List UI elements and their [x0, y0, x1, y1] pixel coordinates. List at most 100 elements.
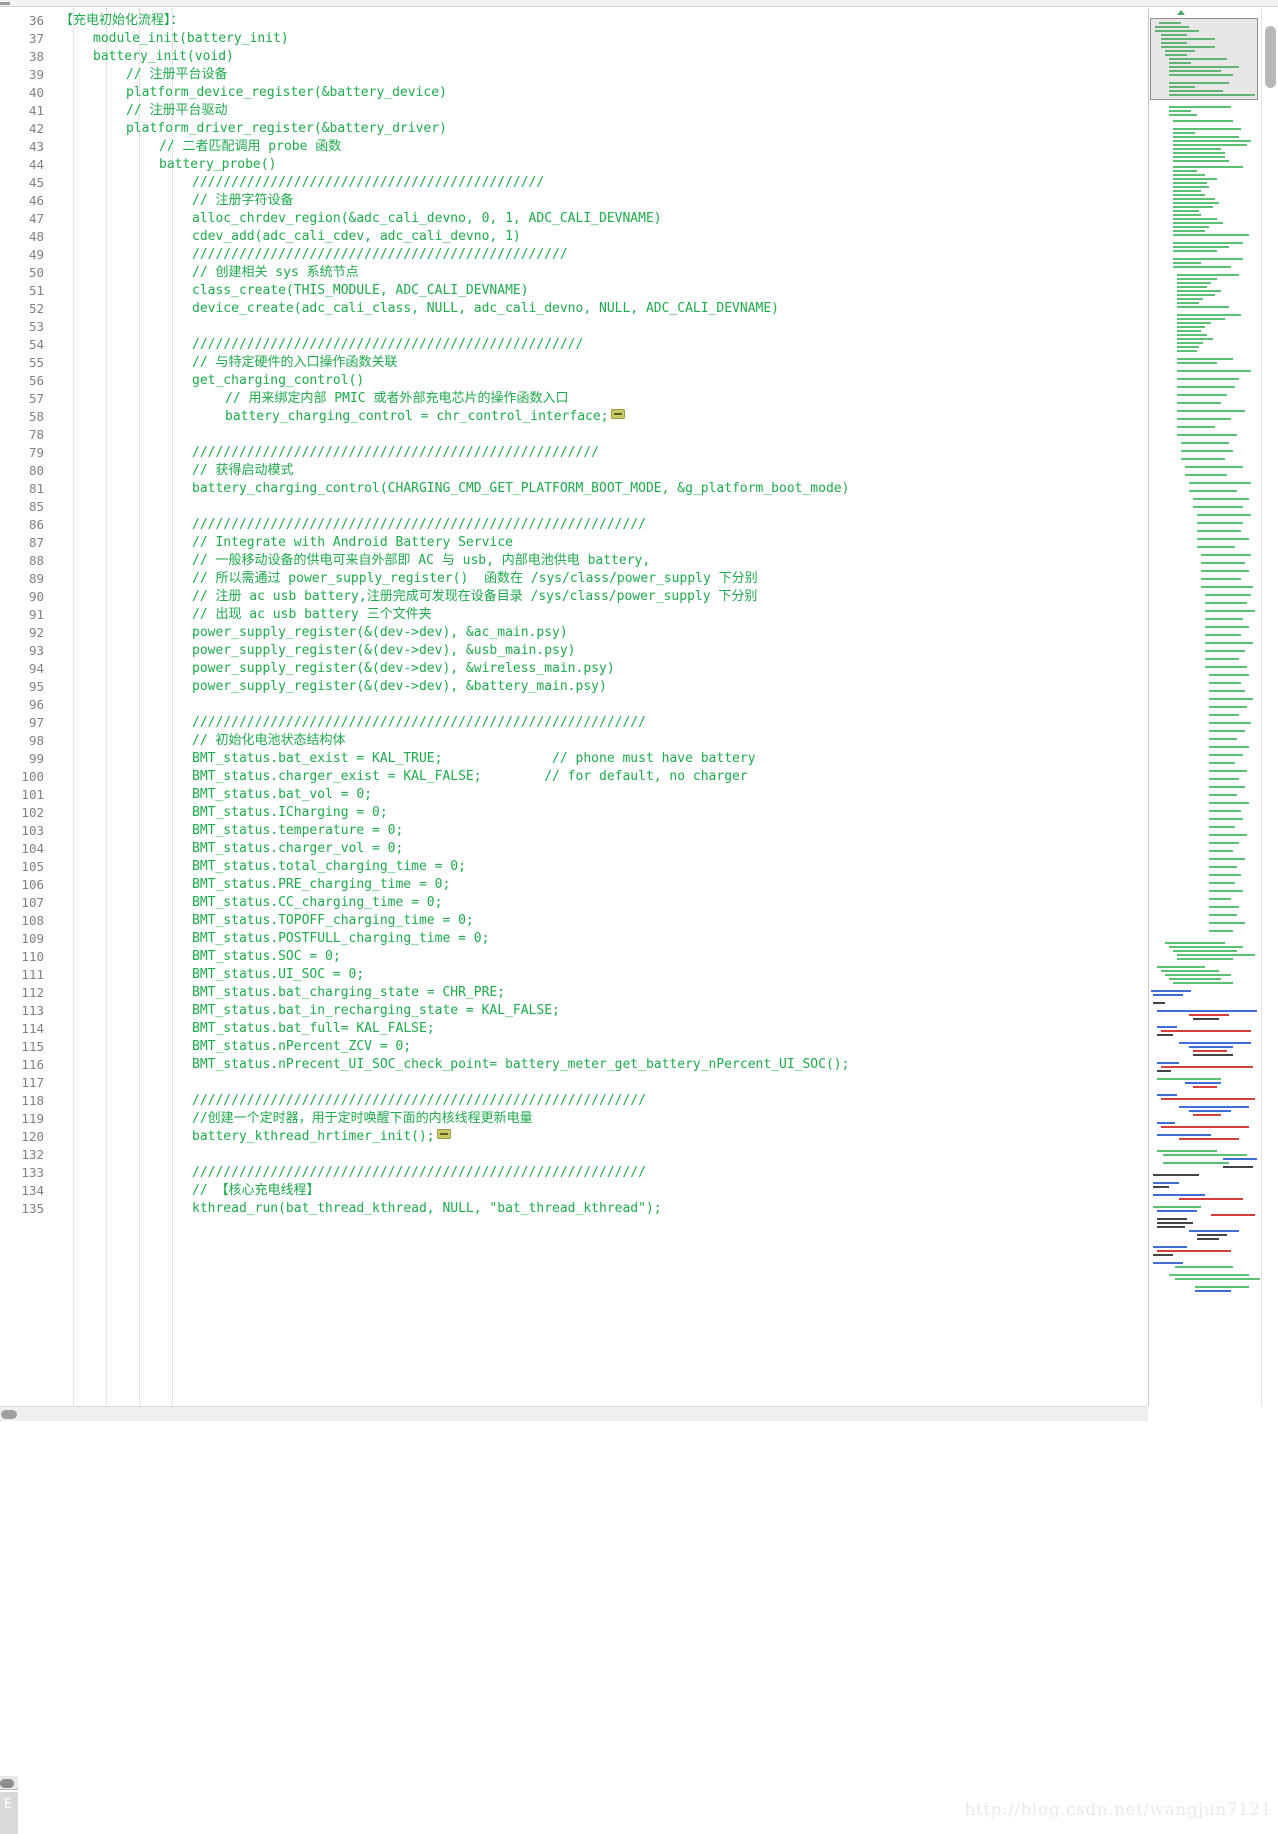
code-line[interactable]: BMT_status.bat_full= KAL_FALSE; [192, 1020, 435, 1038]
horizontal-scrollbar[interactable] [0, 1406, 1148, 1421]
code-line[interactable]: // 一般移动设备的供电可来自外部即 AC 与 usb, 内部电池供电 batt… [192, 552, 650, 570]
code-line[interactable]: // 初始化电池状态结构体 [192, 732, 345, 750]
minimap-code-row [1209, 890, 1243, 892]
code-line[interactable]: BMT_status.bat_exist = KAL_TRUE; // phon… [192, 750, 756, 768]
code-line[interactable]: ////////////////////////////////////////… [192, 336, 583, 354]
indent-guide [73, 8, 74, 1406]
code-line[interactable]: BMT_status.total_charging_time = 0; [192, 858, 466, 876]
code-line[interactable]: battery_charging_control = chr_control_i… [225, 408, 625, 426]
code-line[interactable]: ////////////////////////////////////////… [192, 1164, 646, 1182]
collapsed-code-badge[interactable] [610, 409, 625, 419]
code-line[interactable]: get_charging_control() [192, 372, 364, 390]
minimap-code-row [1205, 634, 1241, 636]
code-line[interactable]: // 创建相关 sys 系统节点 [192, 264, 359, 282]
minimap-code-row [1161, 1030, 1251, 1032]
code-line[interactable]: BMT_status.bat_charging_state = CHR_PRE; [192, 984, 505, 1002]
code-line[interactable]: battery_init(void) [93, 48, 234, 66]
code-line[interactable]: // Integrate with Android Battery Servic… [192, 534, 513, 552]
minimap-code-row [1157, 1210, 1197, 1212]
minimap-code-row [1157, 1122, 1175, 1124]
code-line[interactable]: //创建一个定时器，用于定时唤醒下面的内核线程更新电量 [192, 1110, 533, 1128]
code-line-text: // Integrate with Android Battery Servic… [192, 535, 513, 550]
code-line[interactable]: // 获得启动模式 [192, 462, 293, 480]
code-line[interactable]: ////////////////////////////////////////… [192, 246, 568, 264]
residual-scrollbar-thumb[interactable] [0, 1779, 14, 1788]
minimap-code-row [1163, 1162, 1229, 1164]
minimap-code-row [1177, 286, 1207, 288]
code-line[interactable]: BMT_status.nPercent_ZCV = 0; [192, 1038, 411, 1056]
code-line[interactable]: ////////////////////////////////////////… [192, 1092, 646, 1110]
collapsed-code-badge[interactable] [436, 1129, 451, 1139]
minimap-code-row [1195, 1286, 1249, 1288]
code-line[interactable]: power_supply_register(&(dev->dev), &wire… [192, 660, 615, 678]
minimap-pane[interactable] [1148, 8, 1260, 1406]
minimap-code-row [1201, 586, 1253, 588]
code-line[interactable]: BMT_status.ICharging = 0; [192, 804, 388, 822]
minimap-code-row [1195, 1290, 1231, 1292]
vertical-scrollbar[interactable] [1261, 8, 1278, 1406]
code-line[interactable]: BMT_status.charger_exist = KAL_FALSE; //… [192, 768, 748, 786]
code-line[interactable]: // 注册字符设备 [192, 192, 293, 210]
code-line[interactable]: BMT_status.nPrecent_UI_SOC_check_point= … [192, 1056, 849, 1074]
code-line[interactable]: battery_probe() [159, 156, 276, 174]
code-line-text: platform_driver_register(&battery_driver… [126, 121, 447, 136]
code-line[interactable]: platform_device_register(&battery_device… [126, 84, 447, 102]
code-line[interactable]: alloc_chrdev_region(&adc_cali_devno, 0, … [192, 210, 662, 228]
code-line[interactable]: // 用来绑定内部 PMIC 或者外部充电芯片的操作函数入口 [225, 390, 568, 408]
code-line[interactable]: BMT_status.POSTFULL_charging_time = 0; [192, 930, 489, 948]
minimap-code-row [1209, 826, 1235, 828]
code-line[interactable]: power_supply_register(&(dev->dev), &usb_… [192, 642, 576, 660]
code-line[interactable]: cdev_add(adc_cali_cdev, adc_cali_devno, … [192, 228, 521, 246]
code-line[interactable]: BMT_status.TOPOFF_charging_time = 0; [192, 912, 474, 930]
code-line[interactable]: power_supply_register(&(dev->dev), &ac_m… [192, 624, 568, 642]
code-line[interactable]: battery_kthread_hrtimer_init(); [192, 1128, 451, 1146]
minimap-code-row [1173, 230, 1205, 232]
residual-scrollbar-track[interactable] [0, 1776, 18, 1790]
line-number: 36 [28, 13, 44, 28]
code-pane[interactable]: 36 37 38 39 40 41 42 43 44 45 46 47 48 49 50 51 52 53 54 55… [0, 8, 1148, 1406]
line-number: 37 [28, 31, 44, 46]
code-line[interactable]: // 注册平台驱动 [126, 102, 227, 120]
code-line[interactable]: // 【核心充电线程】 [192, 1182, 319, 1200]
code-line[interactable]: // 出现 ac usb battery 三个文件夹 [192, 606, 432, 624]
code-text-area[interactable]: 【充电初始化流程】： module_init(battery_init) batte… [50, 8, 1148, 1406]
minimap-code-row [1153, 1194, 1205, 1196]
code-line[interactable]: BMT_status.bat_vol = 0; [192, 786, 372, 804]
code-line[interactable]: BMT_status.CC_charging_time = 0; [192, 894, 442, 912]
code-line[interactable]: // 二者匹配调用 probe 函数 [159, 138, 341, 156]
code-line[interactable]: BMT_status.bat_in_recharging_state = KAL… [192, 1002, 560, 1020]
code-line[interactable]: BMT_status.SOC = 0; [192, 948, 341, 966]
code-line[interactable]: battery_charging_control(CHARGING_CMD_GE… [192, 480, 849, 498]
minimap-code-row [1173, 266, 1231, 268]
code-line[interactable]: platform_driver_register(&battery_driver… [126, 120, 447, 138]
minimap-code-row [1157, 1070, 1171, 1072]
line-number: 99 [28, 751, 44, 766]
minimap-code-row [1209, 802, 1249, 804]
code-line[interactable]: // 注册平台设备 [126, 66, 227, 84]
code-line[interactable]: ////////////////////////////////////////… [192, 174, 544, 192]
code-line[interactable]: // 注册 ac usb battery,注册完成可发现在设备目录 /sys/c… [192, 588, 757, 606]
code-line[interactable]: module_init(battery_init) [93, 30, 289, 48]
code-line[interactable]: BMT_status.temperature = 0; [192, 822, 403, 840]
minimap-code-row [1185, 474, 1227, 476]
code-line[interactable]: BMT_status.UI_SOC = 0; [192, 966, 364, 984]
code-line[interactable]: // 与特定硬件的入口操作函数关联 [192, 354, 397, 372]
code-line[interactable]: power_supply_register(&(dev->dev), &batt… [192, 678, 607, 696]
code-line-text: BMT_status.temperature = 0; [192, 823, 404, 838]
code-line-text: ////////////////////////////////////////… [192, 715, 646, 730]
code-line[interactable]: BMT_status.charger_vol = 0; [192, 840, 403, 858]
code-line[interactable]: 【充电初始化流程】： [60, 12, 184, 30]
code-line[interactable]: kthread_run(bat_thread_kthread, NULL, "b… [192, 1200, 662, 1218]
code-line[interactable]: ////////////////////////////////////////… [192, 444, 599, 462]
code-line[interactable]: ////////////////////////////////////////… [192, 714, 646, 732]
code-line[interactable]: // 所以需通过 power_supply_register() 函数在 /sy… [192, 570, 758, 588]
minimap-code-row [1209, 874, 1241, 876]
horizontal-scrollbar-thumb[interactable] [1, 1410, 17, 1419]
line-number: 50 [28, 265, 44, 280]
code-line[interactable]: device_create(adc_cali_class, NULL, adc_… [192, 300, 779, 318]
code-line[interactable]: ////////////////////////////////////////… [192, 516, 646, 534]
code-line[interactable]: BMT_status.PRE_charging_time = 0; [192, 876, 450, 894]
code-line[interactable]: class_create(THIS_MODULE, ADC_CALI_DEVNA… [192, 282, 529, 300]
minimap-viewport-highlight[interactable] [1150, 18, 1258, 100]
vertical-scrollbar-thumb[interactable] [1265, 26, 1276, 88]
